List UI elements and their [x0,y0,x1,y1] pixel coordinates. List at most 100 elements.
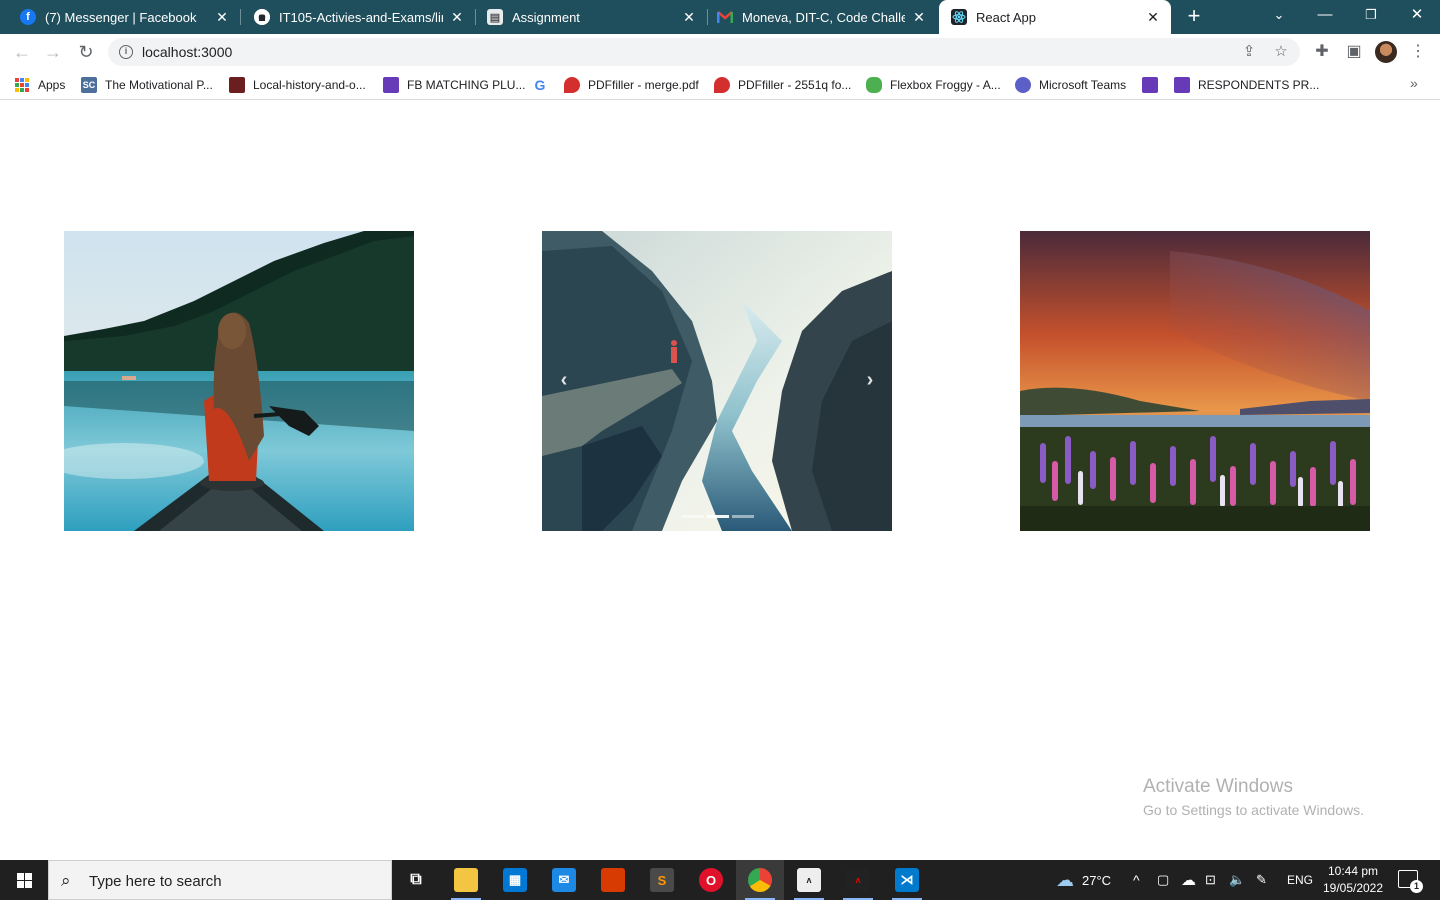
windows-logo-icon [17,873,32,888]
clock-date: 19/05/2022 [1322,881,1384,895]
pdffiller-icon [714,77,730,93]
forward-button[interactable]: → [40,39,66,65]
new-tab-button[interactable]: + [1182,5,1206,29]
notification-count: 1 [1410,880,1423,893]
bookmark-pdffiller-merge[interactable]: PDFfiller - merge.pdf [564,76,699,94]
bookmark-label: Flexbox Froggy - A... [890,78,1001,92]
tab-github[interactable]: IT105-Activies-and-Exams/link.t ✕ [240,0,475,34]
github-icon [254,9,270,25]
camera-icon[interactable]: ▢ [1157,860,1169,900]
vscode-button[interactable]: ⋊ [883,860,931,900]
bookmark-fb-matching[interactable]: FB MATCHING PLU... [383,76,525,94]
bookmarks-overflow-icon[interactable]: » [1410,75,1418,91]
extensions-icon[interactable]: ✚ [1312,42,1332,62]
start-button[interactable] [0,860,48,900]
windows-taskbar: ⌕ Type here to search ⧉ ▦ ✉ S O ʌ ʌ ⋊ ☁ … [0,860,1440,900]
bookmarks-bar: Apps SC The Motivational P... Local-hist… [0,70,1440,100]
close-icon[interactable]: ✕ [911,9,927,26]
tab-react-app[interactable]: React App ✕ [939,0,1171,34]
carousel-indicator-active[interactable] [707,515,729,518]
carousel-indicators [682,515,754,518]
tab-search-button[interactable]: ⌄ [1256,0,1302,34]
bookmark-form[interactable] [1142,76,1166,94]
facebook-icon: f [20,9,36,25]
window-close-button[interactable]: ✕ [1394,0,1440,34]
language-indicator[interactable]: ENG [1287,860,1313,900]
bookmark-label: Apps [38,78,66,92]
bookmark-star-icon[interactable]: ☆ [1272,43,1290,61]
volume-icon[interactable]: 🔈 [1229,860,1245,900]
carousel-next-icon[interactable]: › [862,369,878,391]
sublime-button[interactable]: S [638,860,686,900]
tab-title: (7) Messenger | Facebook [45,9,197,25]
menu-kebab-icon[interactable]: ⋮ [1408,42,1428,62]
chrome-icon [748,868,772,892]
close-icon[interactable]: ✕ [449,9,465,26]
bookmark-flexbox-froggy[interactable]: Flexbox Froggy - A... [866,76,1001,94]
opera-button[interactable]: O [687,860,735,900]
bookmark-teams[interactable]: Microsoft Teams [1015,76,1126,94]
page-content: ‹ › Activate Windows Go to Settings to a… [0,101,1440,860]
opera-icon: O [699,868,723,892]
sunset-lupines-photo [1020,231,1370,531]
reload-button[interactable]: ↻ [73,39,99,65]
bookmark-apps[interactable]: Apps [14,76,65,94]
close-icon[interactable]: ✕ [214,9,230,26]
bookmark-pdffiller-2551q[interactable]: PDFfiller - 2551q fo... [714,76,851,94]
game-app-button[interactable]: ʌ [785,860,833,900]
onedrive-icon[interactable]: ☁ [1181,860,1196,900]
game-app-button-2[interactable]: ʌ [834,860,882,900]
carousel-indicator[interactable] [732,515,754,518]
classroom-icon: ▤ [487,9,503,25]
tab-strip: f (7) Messenger | Facebook ✕ IT105-Activ… [0,0,1440,34]
chrome-button[interactable] [736,860,784,900]
fjord-cliff-carousel[interactable]: ‹ › [542,231,892,531]
task-view-button[interactable]: ⧉ [392,860,440,900]
address-text[interactable]: localhost:3000 [142,44,232,60]
bookmark-motivational[interactable]: SC The Motivational P... [81,76,213,94]
tray-overflow-button[interactable]: ^ [1133,860,1140,900]
carousel-prev-icon[interactable]: ‹ [556,369,572,391]
forms-icon [1174,77,1190,93]
bookmark-label: The Motivational P... [105,78,213,92]
pen-icon[interactable]: ✎ [1256,860,1267,900]
watermark-subtitle: Go to Settings to activate Windows. [1143,802,1364,818]
tab-gmail[interactable]: Moneva, DIT-C, Code Challenge ✕ [707,0,937,34]
notification-center-icon[interactable]: 1 [1398,870,1423,893]
system-clock[interactable]: 10:44 pm 19/05/2022 [1318,863,1388,897]
react-icon [951,9,967,25]
share-icon[interactable]: ⇪ [1240,43,1258,61]
office-button[interactable] [589,860,637,900]
weather-widget[interactable]: ☁ 27°C [1056,860,1111,900]
apps-grid-icon [14,77,30,93]
restore-button[interactable]: ❐ [1348,0,1394,34]
close-icon[interactable]: ✕ [681,9,697,26]
bookmark-label: Local-history-and-o... [253,78,366,92]
mail-button[interactable]: ✉ [540,860,588,900]
network-icon[interactable]: ⊡ [1205,860,1216,900]
activate-windows-watermark: Activate Windows Go to Settings to activ… [1143,776,1364,818]
close-icon[interactable]: ✕ [1145,9,1161,26]
office-icon [601,868,625,892]
store-button[interactable]: ▦ [491,860,539,900]
tab-assignment[interactable]: ▤ Assignment ✕ [475,0,707,34]
tab-title: Assignment [512,9,580,25]
minimize-button[interactable]: — [1302,0,1348,34]
watermark-title: Activate Windows [1143,776,1293,797]
pdffiller-icon [564,77,580,93]
side-panel-icon[interactable]: ▣ [1344,42,1364,62]
bookmark-local-history[interactable]: Local-history-and-o... [229,76,366,94]
tab-messenger[interactable]: f (7) Messenger | Facebook ✕ [0,0,240,34]
site-info-icon[interactable]: i [119,45,133,59]
bookmark-google[interactable]: G [532,76,556,94]
bookmark-respondents[interactable]: RESPONDENTS PR... [1174,76,1319,94]
sc-icon: SC [81,77,97,93]
profile-avatar[interactable] [1375,41,1397,63]
vscode-icon: ⋊ [895,868,919,892]
file-explorer-button[interactable] [442,860,490,900]
back-button[interactable]: ← [9,39,35,65]
bookmark-label: PDFfiller - merge.pdf [588,78,699,92]
taskbar-search[interactable]: ⌕ Type here to search [48,860,392,900]
carousel-indicator[interactable] [682,515,704,518]
address-bar[interactable]: i localhost:3000 ⇪ ☆ [108,38,1300,66]
